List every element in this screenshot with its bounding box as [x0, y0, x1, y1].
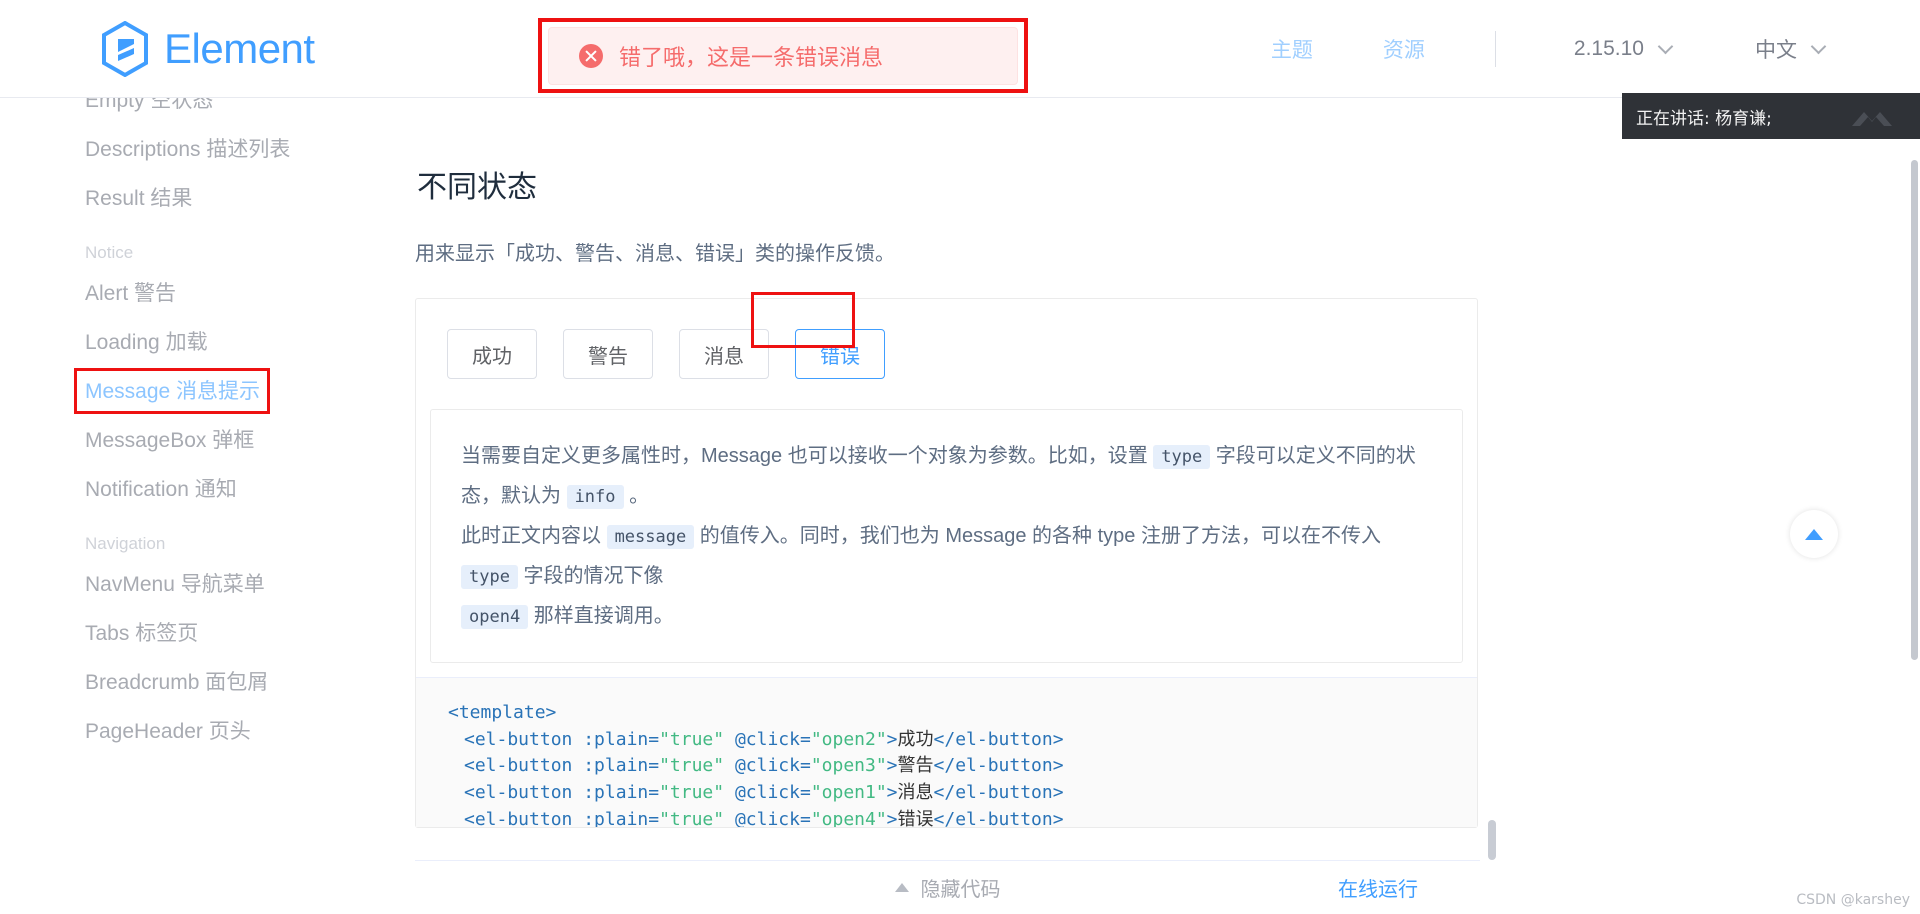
page-title: 不同状态 — [417, 171, 537, 204]
element-hexagon-icon — [102, 20, 148, 77]
sidebar-item-12[interactable]: Breadcrumb 面包屑 — [0, 658, 415, 707]
sidebar-item-2[interactable]: Result 结果 — [0, 174, 415, 223]
demo-description: 当需要自定义更多属性时，Message 也可以接收一个对象为参数。比如，设置 t… — [430, 409, 1463, 663]
speaking-label: 正在讲话: 杨育谦; — [1636, 108, 1772, 129]
code-snippet: <template> <el-button :plain="true" @clic… — [416, 677, 1477, 827]
nav-link-resources[interactable]: 资源 — [1383, 34, 1425, 64]
inline-code-message: message — [606, 525, 695, 549]
demo-button-1[interactable]: 警告 — [563, 329, 653, 379]
code-line-0: <template> — [448, 702, 557, 723]
desc-text-5: 的值传入。同时，我们也为 Message 的各种 type 注册了方法，可以在不… — [694, 525, 1381, 547]
nav-link-theme[interactable]: 主题 — [1271, 34, 1313, 64]
language-value: 中文 — [1755, 39, 1797, 62]
watermark-label: CSDN @karshey — [1796, 892, 1910, 908]
sidebar-item-13[interactable]: PageHeader 页头 — [0, 707, 415, 756]
sidebar-group-label: Notice — [85, 243, 134, 262]
demo-button-0[interactable]: 成功 — [447, 329, 537, 379]
desc-text-6: 字段的情况下像 — [517, 565, 664, 587]
docs-sidebar[interactable]: Empty 空状态 Descriptions 描述列表 Result 结果 Notic… — [0, 98, 415, 914]
sidebar-item-0[interactable]: Empty 空状态 — [0, 98, 415, 125]
code-scrollbar[interactable] — [1488, 820, 1496, 860]
inline-code-type: type — [1153, 445, 1211, 469]
chevron-down-icon — [1810, 38, 1827, 55]
desc-text-4: 此时正文内容以 — [461, 525, 607, 547]
hide-code-button[interactable]: 隐藏代码 — [894, 873, 1001, 902]
sidebar-item-11[interactable]: Tabs 标签页 — [0, 609, 415, 658]
code-line-1: <el-button :plain="true" @click="open2">… — [464, 728, 1064, 750]
desc-text-3: 。 — [623, 485, 650, 507]
sidebar-item-7[interactable]: MessageBox 弹框 — [0, 416, 415, 465]
back-to-top-button[interactable] — [1790, 510, 1838, 558]
page-scrollbar[interactable] — [1911, 160, 1918, 660]
sidebar-item-5[interactable]: Loading 加载 — [0, 318, 415, 367]
code-footer: 隐藏代码 在线运行 — [415, 860, 1480, 914]
inline-code-open4: open4 — [461, 605, 529, 629]
demo-block: 成功 警告 消息 错误 当需要自定义更多属性时，Message 也可以接收一个对象为参… — [415, 298, 1478, 828]
meeting-logo-icon — [1852, 112, 1892, 126]
version-selector[interactable]: 2.15.10 — [1573, 37, 1674, 61]
code-line-3: <el-button :plain="true" @click="open1">… — [464, 781, 1064, 803]
sidebar-item-8[interactable]: Notification 通知 — [0, 465, 415, 514]
desc-text-1: 当需要自定义更多属性时，Message 也可以接收一个对象为参数。比如，设置 — [461, 445, 1154, 467]
inline-code-type-2: type — [461, 565, 518, 589]
brand-name: Element — [164, 24, 315, 72]
speaking-overlay: 正在讲话: 杨育谦; — [1622, 93, 1920, 139]
main-content: 不同状态 用来显示「成功、警告、消息、错误」类的操作反馈。 成功 警告 消息 错误 当… — [415, 98, 1920, 914]
demo-button-row: 成功 警告 消息 错误 — [416, 299, 1477, 409]
sidebar-item-4[interactable]: Alert 警告 — [0, 269, 415, 318]
sidebar-group-label: Navigation — [85, 534, 166, 553]
code-line-4: <el-button :plain="true" @click="open4">… — [464, 808, 1064, 828]
sidebar-item-10[interactable]: NavMenu 导航菜单 — [0, 560, 415, 609]
demo-button-3[interactable]: 错误 — [795, 329, 885, 379]
hide-code-label: 隐藏代码 — [920, 879, 1001, 901]
inline-code-info: info — [566, 485, 624, 509]
toast-annotation-box — [538, 18, 1028, 93]
code-line-2: <el-button :plain="true" @click="open3">… — [464, 755, 1064, 777]
chevron-down-icon — [1657, 38, 1674, 55]
demo-button-2[interactable]: 消息 — [679, 329, 769, 379]
page-intro: 用来显示「成功、警告、消息、错误」类的操作反馈。 — [415, 243, 895, 265]
desc-text-7: 那样直接调用。 — [528, 605, 674, 627]
header-divider — [1494, 31, 1496, 67]
header-nav: 主题 资源 2.15.10 中文 — [1271, 0, 1920, 98]
brand-logo[interactable]: Element — [100, 20, 315, 77]
version-value: 2.15.10 — [1573, 37, 1644, 60]
triangle-up-icon — [894, 883, 909, 892]
sidebar-item-6[interactable]: Message 消息提示 — [0, 367, 415, 416]
sidebar-item-1[interactable]: Descriptions 描述列表 — [0, 125, 415, 174]
language-selector[interactable]: 中文 — [1755, 34, 1827, 64]
run-online-link[interactable]: 在线运行 — [1338, 873, 1418, 902]
arrow-up-icon — [1805, 528, 1823, 540]
